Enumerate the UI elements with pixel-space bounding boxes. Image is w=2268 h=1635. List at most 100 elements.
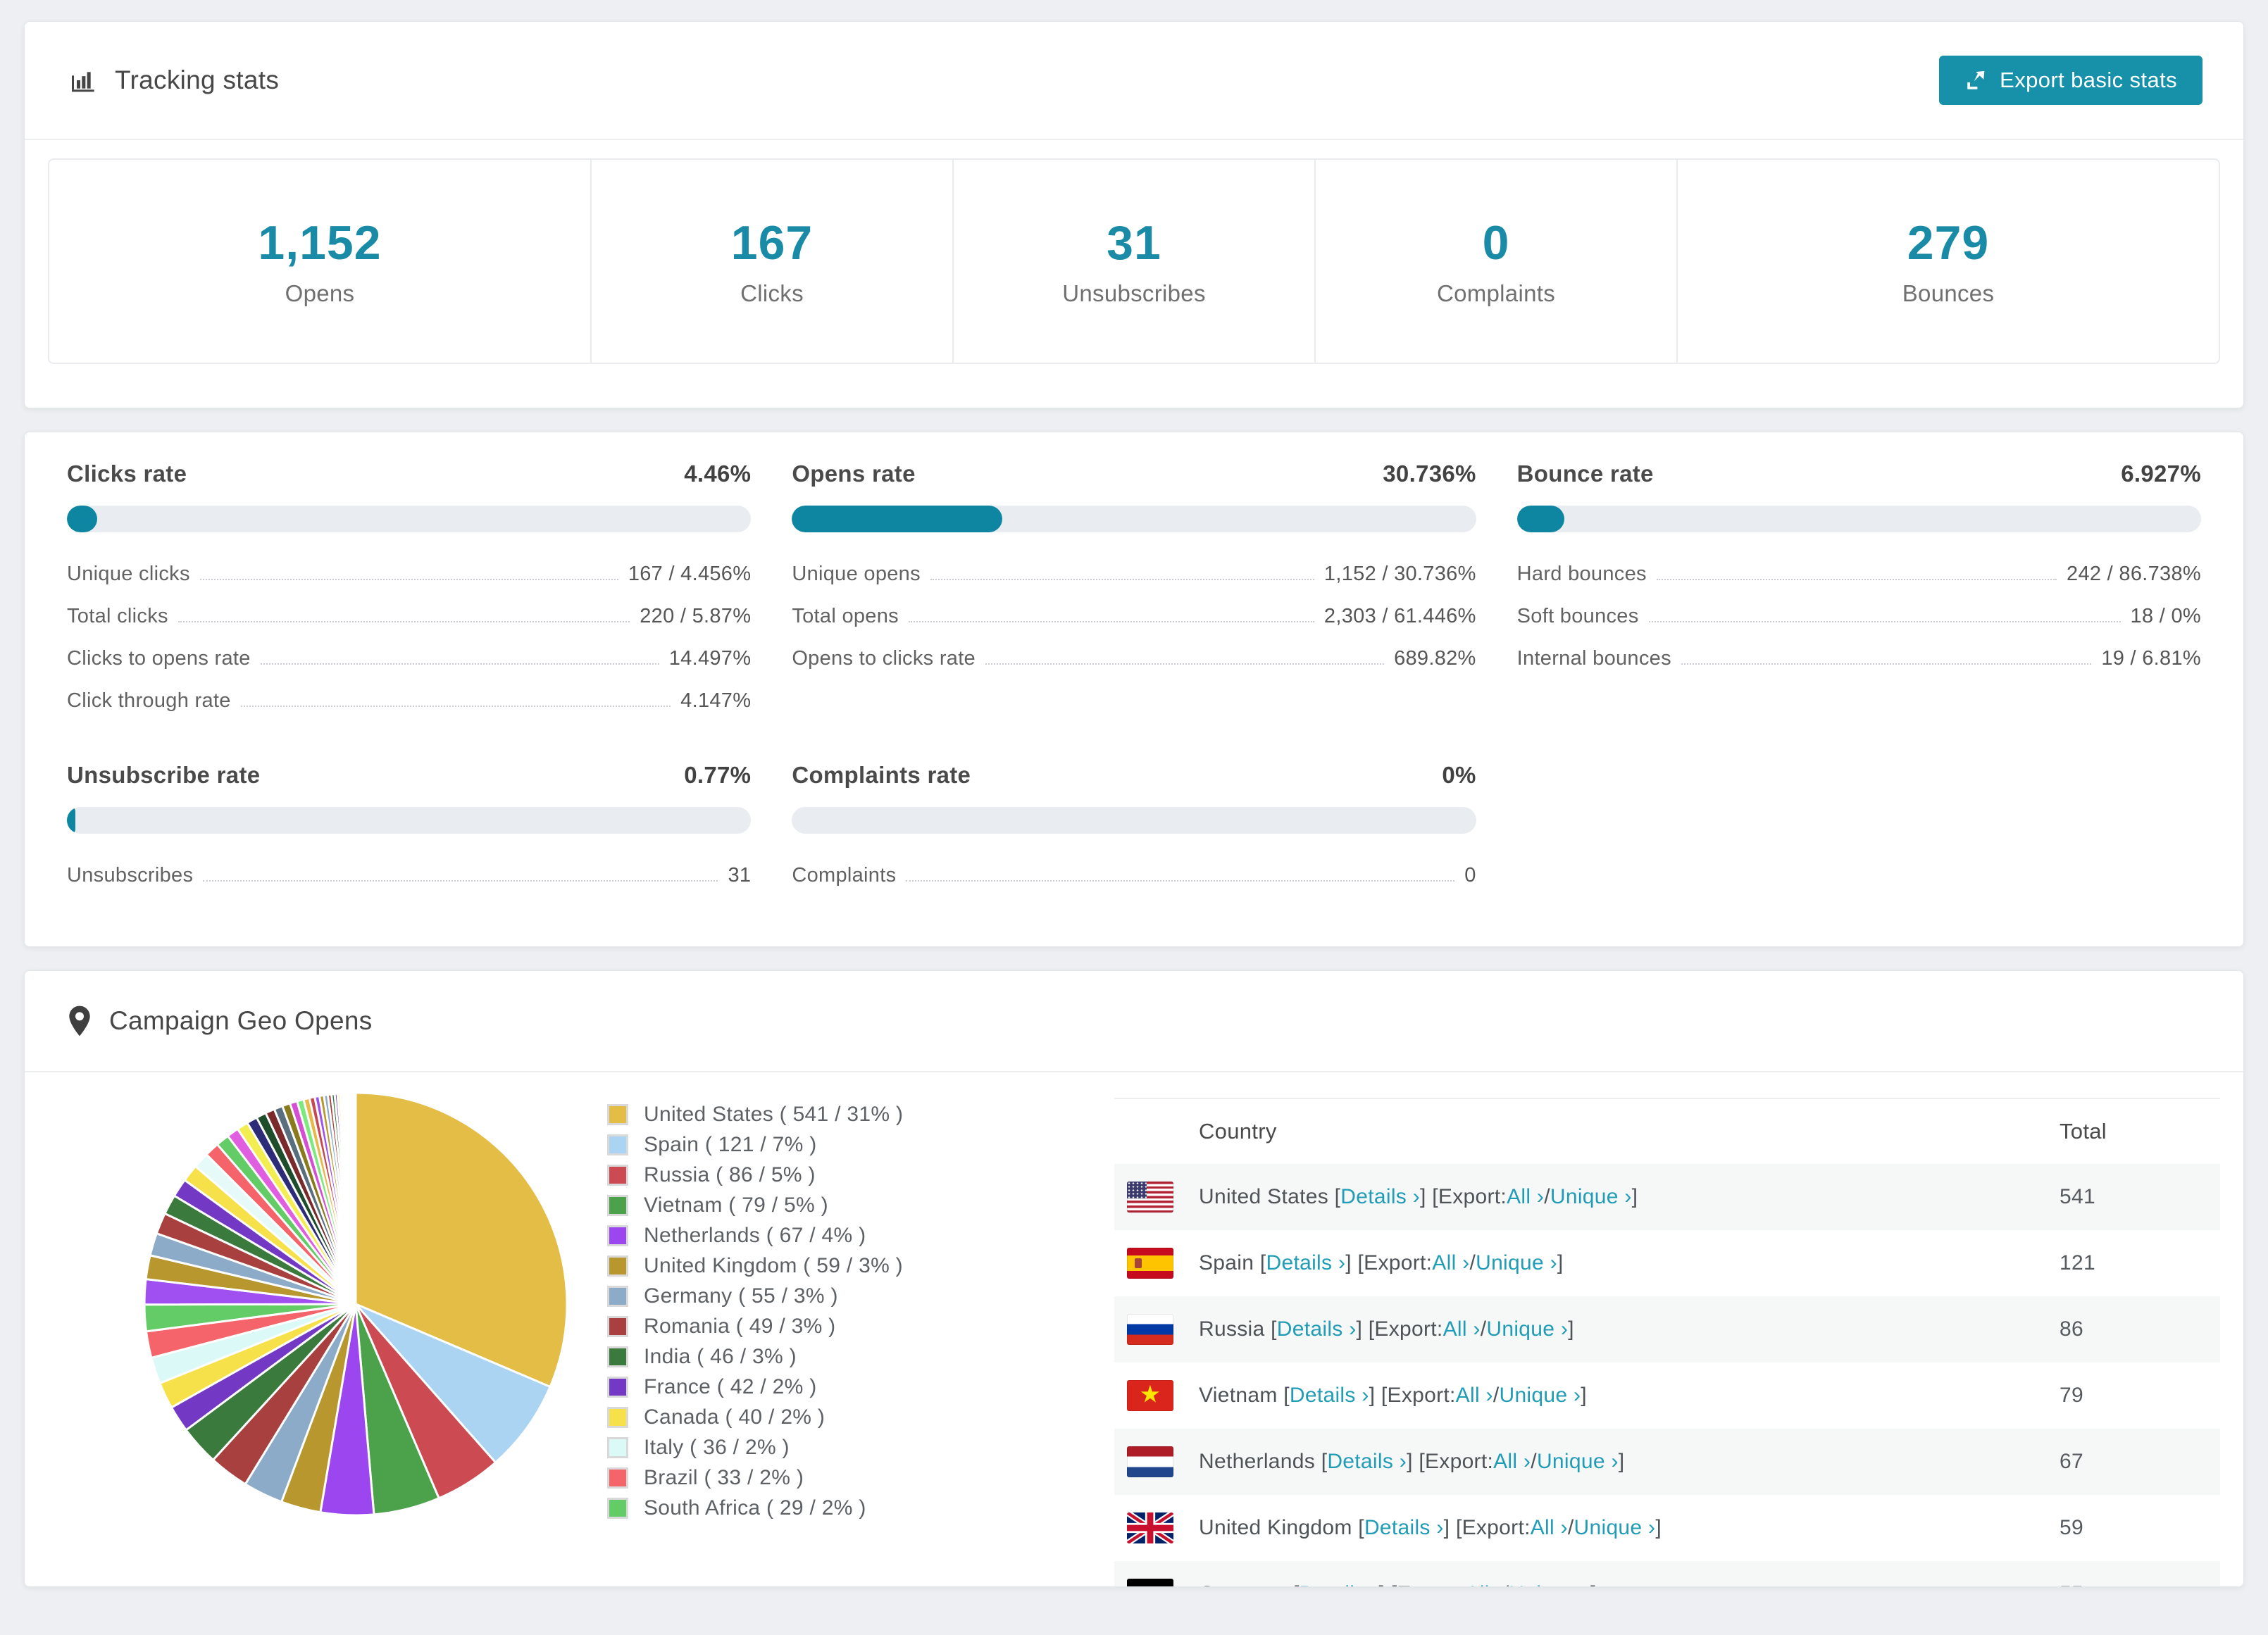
country-cell: Germany [Details ›] [Export: All › / Uni… — [1114, 1579, 2060, 1586]
rate-detail-row: Opens to clicks rate 689.82% — [792, 647, 1476, 670]
details-link[interactable]: Details › — [1327, 1450, 1407, 1474]
stat-value: 167 — [730, 216, 814, 270]
legend-item-germany: Germany ( 55 / 3% ) — [607, 1281, 1030, 1311]
table-row-spain: Spain [Details ›] [Export: All › / Uniqu… — [1114, 1230, 2220, 1296]
stat-label: Clicks — [740, 280, 804, 306]
legend-item-brazil: Brazil ( 33 / 2% ) — [607, 1462, 1030, 1493]
rate-value: 0% — [1442, 762, 1476, 788]
dotted-leader — [908, 621, 1314, 622]
export-unique-link[interactable]: Unique › — [1509, 1582, 1590, 1586]
rate-progress-fill — [1516, 506, 1564, 532]
tracking-stats-title: Tracking stats — [68, 65, 279, 95]
rate-value: 6.927% — [2121, 461, 2201, 487]
geo-opens-pie-chart[interactable] — [134, 1082, 578, 1526]
details-link[interactable]: Details › — [1340, 1185, 1420, 1209]
export-all-link[interactable]: All › — [1493, 1450, 1531, 1474]
details-link[interactable]: Details › — [1300, 1582, 1379, 1586]
export-unique-link[interactable]: Unique › — [1574, 1516, 1656, 1540]
country-cell: Spain [Details ›] [Export: All › / Uniqu… — [1114, 1248, 2060, 1279]
legend-label: Vietnam ( 79 / 5% ) — [644, 1193, 828, 1217]
dotted-leader — [1681, 663, 2092, 665]
legend-swatch — [607, 1164, 628, 1186]
export-all-link[interactable]: All › — [1443, 1317, 1481, 1341]
legend-label: Italy ( 36 / 2% ) — [644, 1435, 790, 1459]
flag-icon-gb — [1127, 1512, 1173, 1543]
stat-value: 279 — [1907, 216, 1990, 270]
legend-item-italy: Italy ( 36 / 2% ) — [607, 1432, 1030, 1462]
campaign-geo-opens-card: Campaign Geo Opens United States ( 541 /… — [24, 970, 2244, 1587]
export-all-link[interactable]: All › — [1432, 1251, 1469, 1275]
export-all-link[interactable]: All › — [1466, 1582, 1503, 1586]
pie-legend: United States ( 541 / 31% ) Spain ( 121 … — [607, 1099, 1030, 1523]
table-row-netherlands: Netherlands [Details ›] [Export: All › /… — [1114, 1429, 2220, 1495]
details-link[interactable]: Details › — [1266, 1251, 1346, 1275]
dotted-leader — [240, 706, 671, 707]
total-cell: 67 — [2060, 1450, 2083, 1473]
details-link[interactable]: Details › — [1290, 1384, 1369, 1408]
rate-detail-row: Clicks to opens rate 14.497% — [67, 647, 752, 670]
stat-box-clicks: 167 Clicks — [590, 160, 952, 363]
flag-icon-vn — [1127, 1380, 1173, 1411]
rate-value: 0.77% — [684, 762, 752, 788]
flag-icon-ru — [1127, 1314, 1173, 1345]
export-unique-link[interactable]: Unique › — [1550, 1185, 1632, 1209]
legend-item-romania: Romania ( 49 / 3% ) — [607, 1311, 1030, 1341]
legend-swatch — [607, 1406, 628, 1428]
dotted-leader — [199, 579, 618, 580]
geo-card-header: Campaign Geo Opens — [25, 971, 2243, 1072]
geo-country-table: Country Total United States [Details ›] … — [1114, 1098, 2220, 1586]
flag-icon-es — [1127, 1248, 1173, 1279]
rate-detail-row: Internal bounces 19 / 6.81% — [1516, 647, 2201, 670]
legend-label: United Kingdom ( 59 / 3% ) — [644, 1253, 903, 1277]
rate-value: 30.736% — [1383, 461, 1476, 487]
rate-detail-row: Soft bounces 18 / 0% — [1516, 605, 2201, 627]
total-cell: 55 — [2060, 1582, 2220, 1586]
legend-item-south-africa: South Africa ( 29 / 2% ) — [607, 1493, 1030, 1523]
table-row-united-states: United States [Details ›] [Export: All ›… — [1114, 1164, 2220, 1230]
legend-label: India ( 46 / 3% ) — [644, 1344, 797, 1368]
legend-swatch — [607, 1376, 628, 1398]
details-link[interactable]: Details › — [1277, 1317, 1357, 1341]
export-unique-link[interactable]: Unique › — [1499, 1384, 1581, 1408]
dotted-leader — [930, 579, 1314, 580]
table-row-germany: Germany [Details ›] [Export: All › / Uni… — [1114, 1561, 2220, 1586]
pie-slice-other[interactable] — [354, 1091, 357, 1305]
total-cell: 59 — [2060, 1516, 2083, 1539]
legend-swatch — [607, 1134, 628, 1155]
legend-label: Germany ( 55 / 3% ) — [644, 1284, 838, 1308]
total-cell: 79 — [2060, 1384, 2083, 1407]
export-unique-link[interactable]: Unique › — [1537, 1450, 1619, 1474]
legend-swatch — [607, 1285, 628, 1307]
legend-item-france: France ( 42 / 2% ) — [607, 1372, 1030, 1402]
export-all-link[interactable]: All › — [1531, 1516, 1568, 1540]
export-all-link[interactable]: All › — [1507, 1185, 1544, 1209]
rate-block-complaints-rate: Complaints rate 0% Complaints 0 — [792, 762, 1476, 897]
export-unique-link[interactable]: Unique › — [1476, 1251, 1557, 1275]
country-name: Netherlands — [1199, 1450, 1321, 1473]
stat-value: 0 — [1482, 216, 1510, 270]
table-row-vietnam: Vietnam [Details ›] [Export: All › / Uni… — [1114, 1362, 2220, 1429]
legend-item-united-kingdom: United Kingdom ( 59 / 3% ) — [607, 1251, 1030, 1281]
rate-block-opens-rate: Opens rate 30.736% Unique opens 1,152 / … — [792, 461, 1476, 722]
rate-detail-row: Complaints 0 — [792, 864, 1476, 887]
legend-item-spain: Spain ( 121 / 7% ) — [607, 1129, 1030, 1160]
country-cell: Netherlands [Details ›] [Export: All › /… — [1114, 1446, 2060, 1477]
rate-progress-fill — [67, 807, 75, 834]
tracking-stats-header: Tracking stats Export basic stats — [25, 22, 2243, 140]
total-cell: 541 — [2060, 1185, 2095, 1208]
stats-summary-row: 1,152 Opens 167 Clicks 31 Unsubscribes 0 Co… — [48, 158, 2220, 364]
export-unique-link[interactable]: Unique › — [1486, 1317, 1568, 1341]
export-all-link[interactable]: All › — [1456, 1384, 1493, 1408]
rate-block-clicks-rate: Clicks rate 4.46% Unique clicks 167 / 4.… — [67, 461, 752, 722]
stat-box-unsubscribes: 31 Unsubscribes — [952, 160, 1314, 363]
legend-label: Brazil ( 33 / 2% ) — [644, 1465, 804, 1489]
geo-title: Campaign Geo Opens — [109, 1006, 373, 1035]
geo-table-body: United States [Details ›] [Export: All ›… — [1114, 1164, 2220, 1586]
export-basic-stats-button[interactable]: Export basic stats — [1939, 56, 2202, 105]
details-link[interactable]: Details › — [1364, 1516, 1444, 1540]
rate-detail-row: Hard bounces 242 / 86.738% — [1516, 563, 2201, 585]
legend-label: Canada ( 40 / 2% ) — [644, 1405, 825, 1429]
rate-detail-row: Unsubscribes 31 — [67, 864, 752, 887]
legend-item-india: India ( 46 / 3% ) — [607, 1341, 1030, 1372]
table-row-russia: Russia [Details ›] [Export: All › / Uniq… — [1114, 1296, 2220, 1362]
